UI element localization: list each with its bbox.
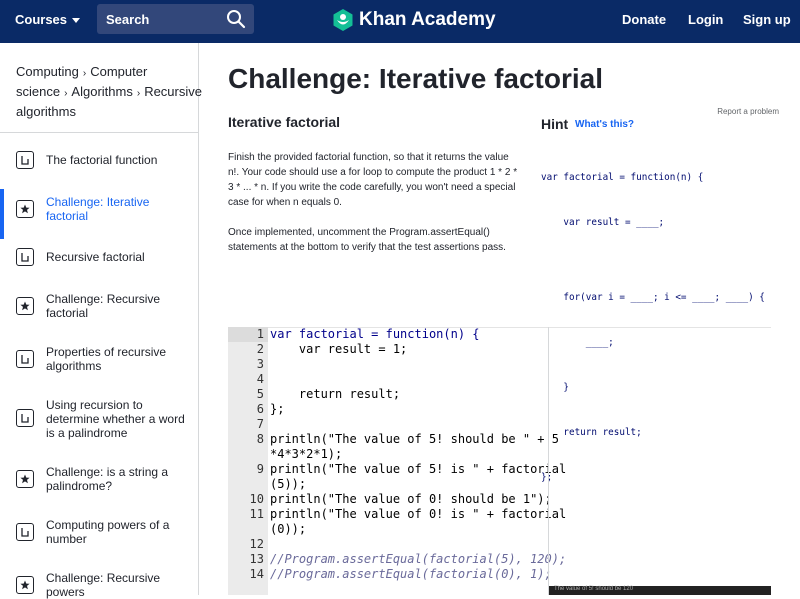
output-text: The value of 5! should be 120 xyxy=(554,586,634,592)
star-icon xyxy=(16,576,34,594)
output-canvas-border xyxy=(548,327,549,595)
hint-code-line: } xyxy=(541,382,569,393)
breadcrumb-sep: › xyxy=(136,88,141,99)
editor-gutter: 1 2 3 4 5 6 7 8 9 10 11 12 13 14 xyxy=(228,327,268,595)
sidebar-item-label: Challenge: is a string a palindrome? xyxy=(46,465,169,493)
hint-code-line: ____; xyxy=(541,337,614,348)
code-line[interactable]: println("The value of 5! should be " + 5 xyxy=(270,432,559,447)
output-canvas[interactable]: The value of 5! should be 120 xyxy=(549,586,771,595)
line-number: 8 xyxy=(256,432,264,446)
sidebar-item-label: Recursive factorial xyxy=(46,250,145,264)
login-link[interactable]: Login xyxy=(688,12,723,27)
search-label: Search xyxy=(106,12,150,27)
khan-academy-logo[interactable]: Khan Academy xyxy=(333,8,496,32)
sidebar: Computing › Computer science › Algorithms › Re… xyxy=(0,43,202,599)
hint-code-line: var result = ____; xyxy=(541,217,665,228)
code-line[interactable]: (0)); xyxy=(270,522,546,537)
search-input[interactable]: Search xyxy=(97,4,254,34)
code-line[interactable]: //Program.assertEqual(factorial(0), 1); xyxy=(270,567,552,582)
courses-menu[interactable]: Courses xyxy=(15,12,81,27)
sidebar-divider xyxy=(0,132,198,133)
line-number: 4 xyxy=(256,372,264,386)
line-number: 12 xyxy=(249,537,264,551)
code-line[interactable]: return result; xyxy=(270,387,546,402)
code-line[interactable]: *4*3*2*1); xyxy=(270,447,546,462)
code-line[interactable]: println("The value of 5! is " + factoria… xyxy=(270,462,566,477)
challenge-subtitle: Iterative factorial xyxy=(228,114,341,130)
article-icon xyxy=(16,523,34,541)
sidebar-item-label: Properties of recursive algorithms xyxy=(46,345,167,373)
breadcrumb-computing[interactable]: Computing xyxy=(16,64,79,79)
hint-code-line: for(var i = ____; i <= ____; ____) { xyxy=(541,292,765,303)
article-icon xyxy=(16,151,34,169)
breadcrumb: Computing › Computer science › Algorithms › Re… xyxy=(16,63,202,121)
sidebar-item-label: The factorial function xyxy=(46,153,158,167)
hint-code-line: return result; xyxy=(541,427,642,438)
donate-link[interactable]: Donate xyxy=(622,12,666,27)
code-line[interactable]: println("The value of 0! should be 1"); xyxy=(270,492,552,507)
article-icon xyxy=(16,248,34,266)
report-problem-link[interactable]: Report a problem xyxy=(717,107,779,116)
code-line[interactable]: //Program.assertEqual(factorial(5), 120)… xyxy=(270,552,566,567)
line-number: 11 xyxy=(249,507,264,521)
line-number: 6 xyxy=(256,402,264,416)
description-paragraph-2: Once implemented, uncomment the Program.… xyxy=(228,227,506,253)
line-number: 13 xyxy=(249,552,264,566)
top-navbar: Courses Search Khan Academy Donate Login… xyxy=(0,0,800,43)
signup-link[interactable]: Sign up xyxy=(743,12,791,27)
article-icon xyxy=(16,409,34,427)
line-number: 5 xyxy=(256,387,264,401)
sidebar-item-label: Computing powers of a number xyxy=(46,518,170,546)
hint-title: Hint xyxy=(541,116,569,132)
hint-code-line: }; xyxy=(541,472,553,483)
challenge-description: Finish the provided factorial function, … xyxy=(228,150,518,255)
description-paragraph-1: Finish the provided factorial function, … xyxy=(228,152,518,208)
code-line[interactable]: var result = 1; xyxy=(270,342,546,357)
main-content: Challenge: Iterative factorial Report a … xyxy=(200,43,800,595)
breadcrumb-sep: › xyxy=(82,68,87,79)
code-line[interactable]: var factorial = function(n) { xyxy=(270,327,546,342)
courses-label: Courses xyxy=(15,12,68,27)
caret-down-icon xyxy=(72,18,81,24)
sidebar-item-label: Challenge: Iterative factorial xyxy=(46,195,150,223)
code-line[interactable]: }; xyxy=(270,402,546,417)
line-number: 1 xyxy=(256,327,264,341)
khan-leaf-icon xyxy=(333,9,353,31)
sidebar-item-label: Using recursion to determine whether a w… xyxy=(46,398,185,440)
star-icon xyxy=(16,470,34,488)
line-number: 9 xyxy=(256,462,264,476)
logo-text: Khan Academy xyxy=(359,9,496,30)
star-icon xyxy=(16,200,34,218)
breadcrumb-algorithms[interactable]: Algorithms xyxy=(71,84,132,99)
page-title: Challenge: Iterative factorial xyxy=(228,63,604,94)
star-icon xyxy=(16,297,34,315)
line-number: 3 xyxy=(256,357,264,371)
search-icon xyxy=(227,10,246,29)
line-number: 14 xyxy=(249,567,264,581)
hint-code-line: var factorial = function(n) { xyxy=(541,172,704,183)
line-number: 2 xyxy=(256,342,264,356)
whats-this-link[interactable]: What's this? xyxy=(575,119,634,130)
code-line[interactable]: (5)); xyxy=(270,477,546,492)
sidebar-item-label: Challenge: Recursive factorial xyxy=(46,292,161,320)
line-number: 10 xyxy=(249,492,264,506)
article-icon xyxy=(16,350,34,368)
line-number: 7 xyxy=(256,417,264,431)
code-line[interactable]: println("The value of 0! is " + factoria… xyxy=(270,507,566,522)
breadcrumb-sep: › xyxy=(64,88,68,99)
